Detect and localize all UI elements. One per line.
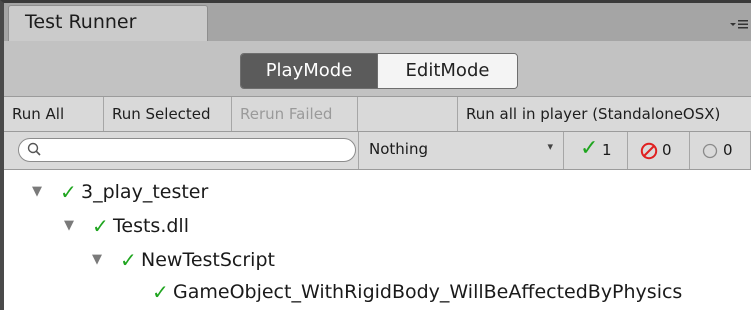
mode-toggle: PlayMode EditMode [240, 53, 518, 89]
playmode-button[interactable]: PlayMode [241, 54, 377, 88]
expand-arrow-icon[interactable]: ▼ [92, 244, 102, 276]
tree-item-label: Tests.dll [113, 215, 189, 237]
run-in-player-button[interactable]: Run all in player (StandaloneOSX) [458, 97, 751, 131]
test-tree: ▼ ✓ 3_play_tester ▼ ✓ Tests.dll ▼ ✓ NewT… [4, 170, 751, 310]
menu-icon[interactable] [729, 17, 749, 31]
skipped-filter-toggle[interactable]: 0 [690, 132, 751, 169]
category-dropdown-value: Nothing [369, 140, 428, 158]
tree-item-fixture[interactable]: ▼ ✓ NewTestScript [4, 244, 751, 276]
tree-item-assembly-root[interactable]: ▼ ✓ 3_play_tester [4, 176, 751, 208]
editmode-button[interactable]: EditMode [377, 54, 517, 88]
expand-arrow-icon[interactable]: ▼ [32, 176, 42, 208]
tree-item-label: GameObject_WithRigidBody_WillBeAffectedB… [173, 281, 683, 303]
failed-filter-toggle[interactable]: 0 [628, 132, 690, 169]
passed-filter-toggle[interactable]: ✓ 1 [566, 132, 628, 169]
checkmark-icon: ✓ [580, 136, 599, 161]
mode-bar: PlayMode EditMode [4, 41, 751, 96]
test-runner-window: Test Runner PlayMode EditMode Run All Ru… [0, 0, 751, 310]
passed-icon: ✓ [60, 180, 77, 204]
run-all-button[interactable]: Run All [4, 97, 104, 131]
category-dropdown[interactable]: Nothing ▾ [358, 132, 564, 169]
toolbar-spacer [358, 97, 458, 131]
tree-item-label: NewTestScript [141, 249, 275, 271]
tree-item-test[interactable]: ✓ GameObject_WithRigidBody_WillBeAffecte… [4, 276, 751, 308]
failed-count: 0 [662, 141, 672, 159]
failed-icon [640, 142, 658, 160]
tree-item-label: 3_play_tester [81, 181, 209, 203]
chevron-down-icon: ▾ [547, 140, 553, 153]
skipped-icon [702, 143, 718, 159]
skipped-count: 0 [723, 141, 733, 159]
toolbar: Run All Run Selected Rerun Failed Run al… [4, 96, 751, 132]
passed-count: 1 [602, 141, 612, 159]
search-input[interactable] [18, 138, 356, 162]
tab-test-runner[interactable]: Test Runner [8, 5, 208, 41]
tab-bar: Test Runner [4, 3, 751, 42]
expand-arrow-icon[interactable]: ▼ [64, 210, 74, 242]
passed-icon: ✓ [152, 280, 169, 304]
passed-icon: ✓ [92, 214, 109, 238]
passed-icon: ✓ [120, 248, 137, 272]
search-icon [27, 142, 41, 156]
rerun-failed-button[interactable]: Rerun Failed [232, 97, 358, 131]
filter-bar: Nothing ▾ ✓ 1 0 0 [4, 132, 751, 170]
tab-title: Test Runner [25, 11, 137, 33]
tree-item-dll[interactable]: ▼ ✓ Tests.dll [4, 210, 751, 242]
run-selected-button[interactable]: Run Selected [104, 97, 232, 131]
